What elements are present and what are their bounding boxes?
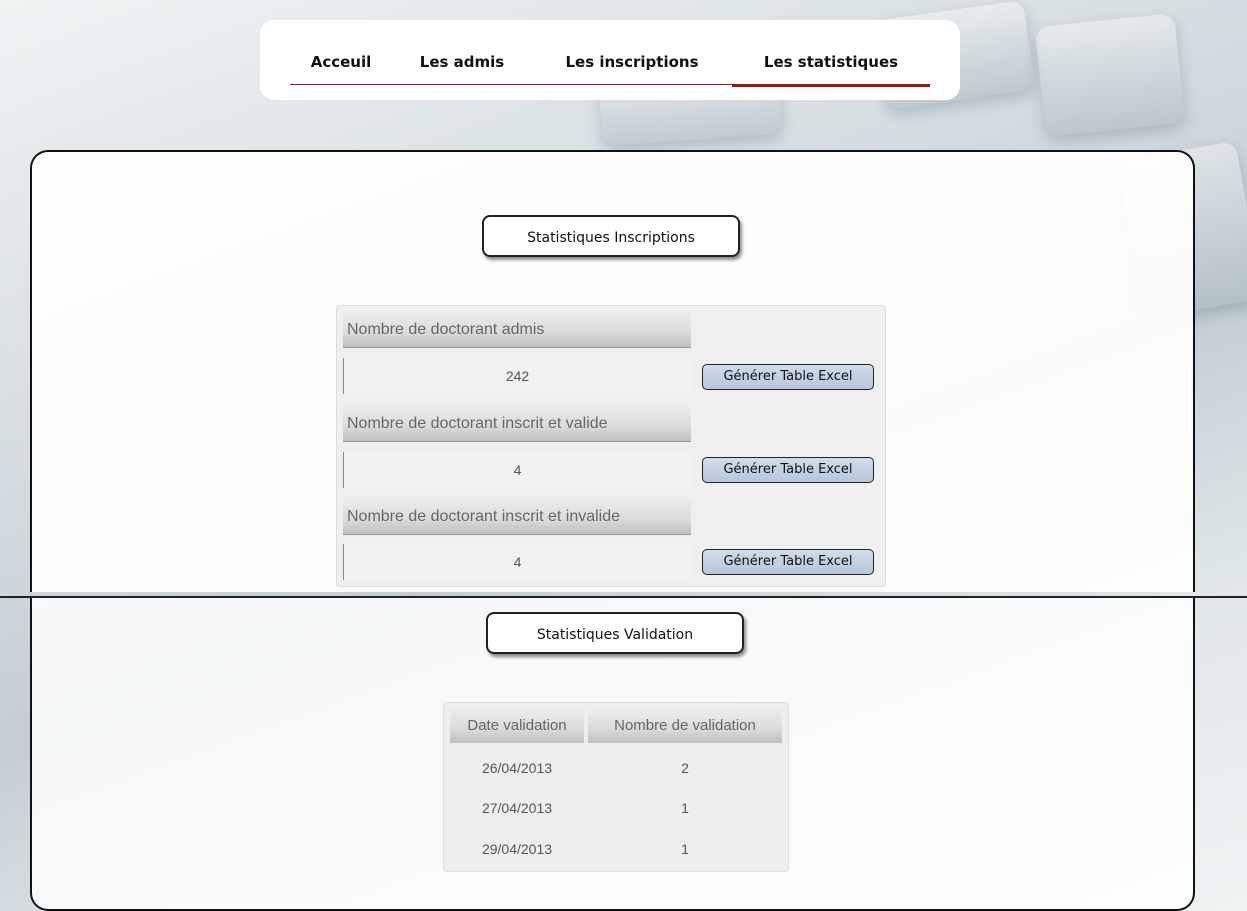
nav-item-les-statistiques[interactable]: Les statistiques	[732, 50, 930, 87]
generate-excel-valide-button[interactable]: Générer Table Excel	[702, 457, 874, 483]
column-header-nombre-validation: Nombre de validation	[588, 709, 782, 743]
inscriptions-title: Statistiques Inscriptions	[482, 215, 740, 257]
nav-item-les-admis[interactable]: Les admis	[392, 50, 532, 85]
stat-header-inscrit-invalide: Nombre de doctorant inscrit et invalide	[343, 499, 691, 535]
generate-excel-invalide-button[interactable]: Générer Table Excel	[702, 549, 874, 575]
cell-date: 29/04/2013	[481, 841, 553, 857]
validation-title: Statistiques Validation	[486, 612, 744, 654]
generate-excel-admis-button[interactable]: Générer Table Excel	[702, 364, 874, 390]
stat-header-inscrit-valide: Nombre de doctorant inscrit et valide	[343, 406, 691, 442]
inscriptions-stats-table: Nombre de doctorant admis 242 Générer Ta…	[336, 305, 886, 587]
stat-value-admis: 242	[343, 358, 691, 394]
cell-count: 1	[681, 800, 689, 816]
top-navigation: Acceuil Les admis Les inscriptions Les s…	[260, 20, 960, 100]
cell-date: 27/04/2013	[481, 800, 553, 816]
stat-value-inscrit-valide: 4	[343, 452, 691, 488]
cell-date: 26/04/2013	[481, 760, 553, 776]
background-keyboard-key	[1034, 12, 1186, 138]
nav-item-les-inscriptions[interactable]: Les inscriptions	[532, 50, 732, 85]
cell-count: 2	[681, 760, 689, 776]
cell-count: 1	[681, 841, 689, 857]
nav-item-acceuil[interactable]: Acceuil	[290, 50, 392, 85]
stat-header-admis: Nombre de doctorant admis	[343, 312, 691, 348]
stat-value-inscrit-invalide: 4	[343, 544, 691, 580]
validation-table: Date validation Nombre de validation 26/…	[443, 702, 789, 872]
column-header-date-validation: Date validation	[450, 709, 584, 743]
